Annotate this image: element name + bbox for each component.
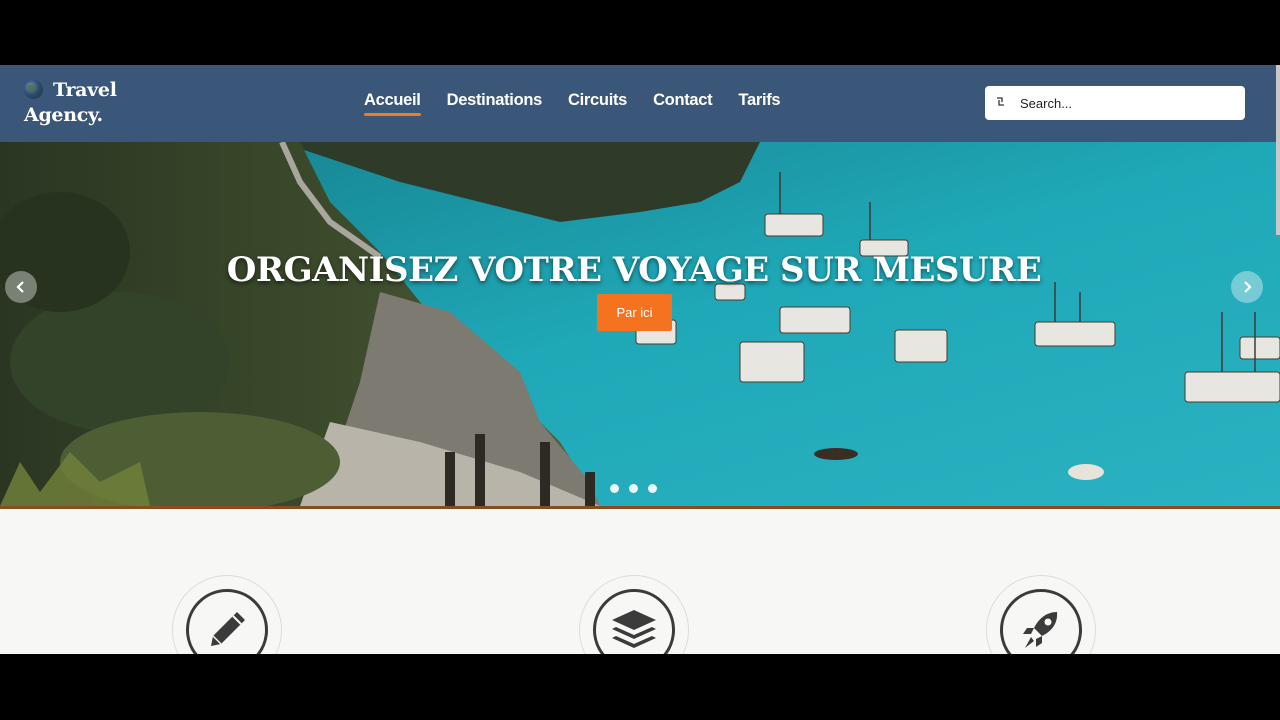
nav-item-destinations[interactable]: Destinations bbox=[447, 91, 543, 116]
letterbox-bottom bbox=[0, 654, 1280, 720]
brand-line-1: Travel bbox=[53, 79, 117, 101]
hero-cta-button[interactable]: Par ici bbox=[597, 294, 672, 331]
nav-item-accueil[interactable]: Accueil bbox=[364, 91, 421, 116]
feature-launch bbox=[986, 575, 1096, 654]
brand-line-2: Agency. bbox=[24, 104, 103, 126]
feature-design bbox=[172, 575, 282, 654]
layers-icon bbox=[612, 610, 656, 648]
brand-logo[interactable]: Travel Agency. bbox=[24, 78, 144, 128]
carousel-next-button[interactable] bbox=[1231, 271, 1263, 303]
browser-viewport: Travel Agency. Accueil Destinations Circ… bbox=[0, 65, 1280, 654]
letterbox-top bbox=[0, 0, 1280, 65]
chevron-left-icon bbox=[16, 281, 24, 293]
rocket-icon bbox=[1023, 612, 1058, 648]
chevron-right-icon bbox=[1244, 281, 1252, 293]
page-scrollbar[interactable] bbox=[1276, 65, 1280, 235]
carousel-indicators bbox=[610, 484, 657, 493]
carousel-dot-3[interactable] bbox=[648, 484, 657, 493]
carousel-prev-button[interactable] bbox=[5, 271, 37, 303]
hero-divider bbox=[0, 506, 1280, 509]
search-icon bbox=[994, 96, 1008, 110]
nav-item-tarifs[interactable]: Tarifs bbox=[738, 91, 780, 116]
globe-icon bbox=[24, 80, 43, 99]
hero-title: ORGANISEZ VOTRE VOYAGE SUR MESURE bbox=[226, 250, 1042, 290]
carousel-dot-1[interactable] bbox=[610, 484, 619, 493]
search-box bbox=[985, 86, 1245, 120]
pencil-icon bbox=[211, 612, 245, 646]
search-input[interactable] bbox=[1018, 94, 1222, 112]
hero-carousel: ORGANISEZ VOTRE VOYAGE SUR MESURE Par ic… bbox=[0, 142, 1280, 506]
site-header: Travel Agency. Accueil Destinations Circ… bbox=[0, 65, 1280, 142]
nav-item-circuits[interactable]: Circuits bbox=[568, 91, 627, 116]
nav-item-contact[interactable]: Contact bbox=[653, 91, 713, 116]
feature-layers bbox=[579, 575, 689, 654]
main-nav: Accueil Destinations Circuits Contact Ta… bbox=[364, 91, 806, 116]
carousel-dot-2[interactable] bbox=[629, 484, 638, 493]
